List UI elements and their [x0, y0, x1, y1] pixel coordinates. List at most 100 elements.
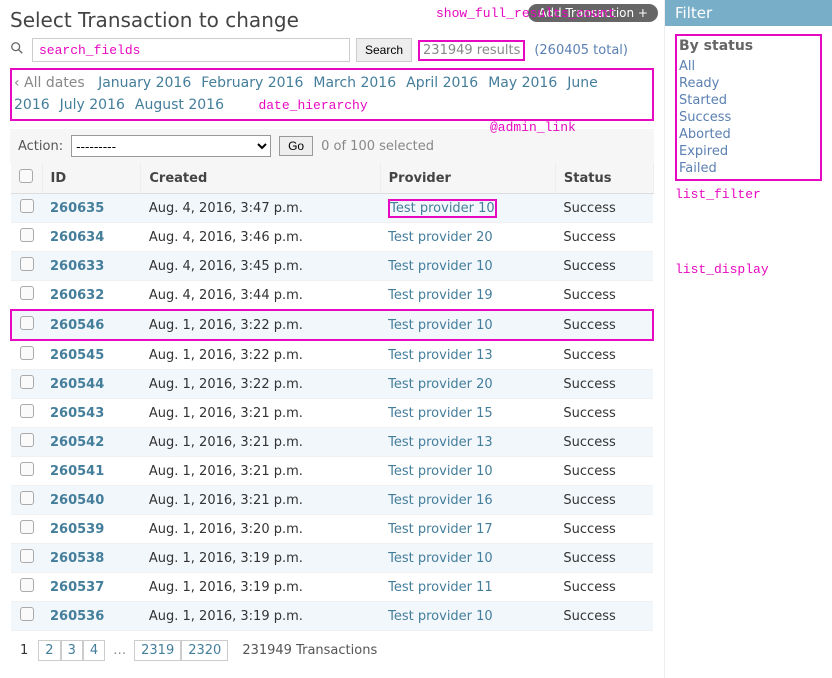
results-count: 231949 results [418, 40, 525, 61]
date-hierarchy: ‹ All dates January 2016 February 2016 Mar… [10, 68, 654, 121]
row-status: Success [555, 281, 653, 311]
page-link[interactable]: 2320 [181, 640, 228, 661]
row-provider-link[interactable]: Test provider 10 [388, 609, 493, 624]
row-provider-link[interactable]: Test provider 13 [388, 435, 493, 450]
search-button[interactable] [356, 38, 412, 62]
row-provider-link[interactable]: Test provider 20 [388, 230, 493, 245]
row-provider-link[interactable]: Test provider 17 [388, 522, 493, 537]
date-month-link[interactable]: May 2016 [488, 75, 557, 91]
col-status[interactable]: Status [555, 163, 653, 194]
row-created: Aug. 1, 2016, 3:19 p.m. [141, 544, 380, 573]
row-id-link[interactable]: 260538 [50, 551, 104, 566]
row-checkbox[interactable] [20, 433, 34, 447]
table-row: 260633Aug. 4, 2016, 3:45 p.m.Test provid… [11, 252, 653, 281]
date-month-link[interactable]: August 2016 [135, 97, 224, 113]
annotation-show-full-results: show_full_results_count [436, 6, 615, 21]
row-provider-link[interactable]: Test provider 10 [388, 199, 497, 218]
page-dots: … [109, 643, 130, 658]
search-input[interactable] [32, 38, 350, 62]
table-row: 260536 Aug. 1, 2016, 3:19 p.m. Test provid… [11, 602, 653, 631]
select-all-checkbox[interactable] [19, 169, 33, 183]
page-link[interactable]: 2319 [134, 640, 181, 661]
table-row: 260539 Aug. 1, 2016, 3:20 p.m. Test provid… [11, 515, 653, 544]
row-checkbox[interactable] [20, 228, 34, 242]
row-created: Aug. 1, 2016, 3:19 p.m. [141, 573, 380, 602]
row-status: Success [555, 486, 653, 515]
row-checkbox[interactable] [20, 286, 34, 300]
row-status: Success [555, 310, 653, 340]
row-created: Aug. 1, 2016, 3:21 p.m. [141, 428, 380, 457]
row-provider-link[interactable]: Test provider 20 [388, 377, 493, 392]
table-row: 260542 Aug. 1, 2016, 3:21 p.m. Test provid… [11, 428, 653, 457]
page-link[interactable]: 2 [38, 640, 60, 661]
table-row: 260546Aug. 1, 2016, 3:22 p.m.Test provid… [11, 310, 653, 340]
row-checkbox[interactable] [20, 257, 34, 271]
row-created: Aug. 4, 2016, 3:46 p.m. [141, 223, 380, 252]
row-status: Success [555, 399, 653, 428]
row-status: Success [555, 544, 653, 573]
row-provider-link[interactable]: Test provider 11 [388, 580, 493, 595]
filter-option[interactable]: Expired [679, 143, 818, 160]
row-id-link[interactable]: 260544 [50, 377, 104, 392]
row-id-link[interactable]: 260634 [50, 230, 104, 245]
col-id[interactable]: ID [42, 163, 141, 194]
date-month-link[interactable]: July 2016 [60, 97, 125, 113]
row-provider-link[interactable]: Test provider 19 [388, 288, 493, 303]
row-id-link[interactable]: 260536 [50, 609, 104, 624]
actions-go-button[interactable]: Go [279, 136, 313, 156]
row-checkbox[interactable] [20, 491, 34, 505]
row-checkbox[interactable] [20, 462, 34, 476]
row-provider-link[interactable]: Test provider 16 [388, 493, 493, 508]
results-total-number[interactable]: (260405 total) [534, 43, 628, 58]
row-checkbox[interactable] [20, 346, 34, 360]
row-id-link[interactable]: 260546 [50, 318, 104, 333]
actions-label: Action: [18, 139, 63, 154]
row-status: Success [555, 602, 653, 631]
row-id-link[interactable]: 260635 [50, 201, 104, 216]
row-id-link[interactable]: 260540 [50, 493, 104, 508]
page-link[interactable]: 4 [83, 640, 105, 661]
filter-option[interactable]: Started [679, 92, 818, 109]
filter-option[interactable]: Success [679, 109, 818, 126]
row-provider-link[interactable]: Test provider 10 [388, 551, 493, 566]
row-checkbox[interactable] [20, 520, 34, 534]
row-checkbox[interactable] [20, 607, 34, 621]
filter-option[interactable]: Failed [679, 160, 818, 177]
row-id-link[interactable]: 260541 [50, 464, 104, 479]
row-id-link[interactable]: 260545 [50, 348, 104, 363]
date-month-link[interactable]: March 2016 [313, 75, 396, 91]
row-provider-link[interactable]: Test provider 10 [388, 259, 493, 274]
date-month-link[interactable]: January 2016 [98, 75, 191, 91]
row-created: Aug. 1, 2016, 3:19 p.m. [141, 602, 380, 631]
actions-select[interactable]: --------- [71, 135, 271, 157]
filter-option[interactable]: All [679, 58, 818, 75]
row-id-link[interactable]: 260633 [50, 259, 104, 274]
row-id-link[interactable]: 260537 [50, 580, 104, 595]
row-created: Aug. 1, 2016, 3:20 p.m. [141, 515, 380, 544]
page-current: 1 [14, 641, 34, 660]
row-id-link[interactable]: 260539 [50, 522, 104, 537]
filter-option[interactable]: Aborted [679, 126, 818, 143]
row-checkbox[interactable] [20, 199, 34, 213]
row-checkbox[interactable] [20, 578, 34, 592]
row-provider-link[interactable]: Test provider 15 [388, 406, 493, 421]
page-link[interactable]: 3 [61, 640, 83, 661]
row-id-link[interactable]: 260632 [50, 288, 104, 303]
row-provider-link[interactable]: Test provider 10 [388, 318, 493, 333]
col-provider[interactable]: Provider [380, 163, 555, 194]
row-checkbox[interactable] [20, 316, 34, 330]
row-checkbox[interactable] [20, 549, 34, 563]
row-provider-link[interactable]: Test provider 10 [388, 464, 493, 479]
row-checkbox[interactable] [20, 375, 34, 389]
col-created[interactable]: Created [141, 163, 380, 194]
row-id-link[interactable]: 260542 [50, 435, 104, 450]
date-back[interactable]: ‹ All dates [14, 75, 85, 91]
date-month-link[interactable]: February 2016 [201, 75, 303, 91]
row-provider-link[interactable]: Test provider 13 [388, 348, 493, 363]
row-created: Aug. 4, 2016, 3:44 p.m. [141, 281, 380, 311]
table-row: 260634 Aug. 4, 2016, 3:46 p.m. Test provid… [11, 223, 653, 252]
row-id-link[interactable]: 260543 [50, 406, 104, 421]
date-month-link[interactable]: April 2016 [406, 75, 478, 91]
row-checkbox[interactable] [20, 404, 34, 418]
filter-option[interactable]: Ready [679, 75, 818, 92]
